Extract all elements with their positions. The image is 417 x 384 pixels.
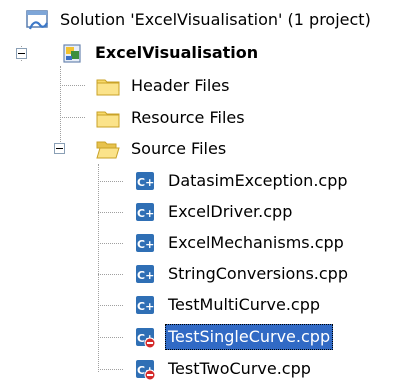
tree-line (98, 212, 123, 213)
tree-line (98, 181, 123, 182)
folder-label: Resource Files (131, 108, 245, 127)
file-label: ExcelMechanisms.cpp (168, 233, 344, 252)
tree-line (98, 305, 123, 306)
file-label: ExcelDriver.cpp (168, 202, 293, 221)
svg-text:C++: C++ (137, 300, 157, 313)
folder-closed-icon (96, 106, 120, 130)
file-label: DatasimException.cpp (168, 171, 348, 190)
tree-item-file[interactable]: C++ TestMultiCurve.cpp (133, 290, 323, 320)
solution-icon (25, 8, 49, 32)
collapse-toggle-project[interactable] (16, 48, 27, 59)
tree-item-file[interactable]: C++ ExcelDriver.cpp (133, 197, 295, 227)
file-label: TestMultiCurve.cpp (168, 295, 321, 314)
tree-item-file[interactable]: C++ ExcelMechanisms.cpp (133, 228, 347, 258)
svg-text:C++: C++ (137, 176, 157, 189)
tree-item-project[interactable]: ExcelVisualisation (60, 38, 261, 68)
tree-item-file-selected[interactable]: C++ TestSingleCurve.cpp (133, 322, 334, 352)
solution-label: Solution 'ExcelVisualisation' (1 project… (60, 10, 371, 29)
tree-item-resource-files[interactable]: Resource Files (96, 103, 248, 133)
tree-item-solution[interactable]: Solution 'ExcelVisualisation' (1 project… (25, 5, 374, 35)
tree-item-file[interactable]: C++ DatasimException.cpp (133, 166, 351, 196)
tree-line (98, 243, 123, 244)
tree-line (60, 66, 61, 142)
file-label: TestSingleCurve.cpp (165, 324, 334, 350)
folder-label: Header Files (131, 76, 230, 95)
file-label: StringConversions.cpp (168, 264, 348, 283)
svg-text:C++: C++ (137, 269, 157, 282)
cpp-file-icon: C++ (133, 262, 157, 286)
cpp-file-icon: C++ (133, 200, 157, 224)
cpp-file-excluded-icon: C++ (133, 325, 157, 349)
tree-item-file[interactable]: C++ StringConversions.cpp (133, 259, 351, 289)
tree-item-file[interactable]: C++ TestTwoCurve.cpp (133, 354, 314, 384)
tree-item-source-files[interactable]: Source Files (96, 134, 229, 164)
folder-closed-icon (96, 74, 120, 98)
tree-line (60, 117, 85, 118)
project-label: ExcelVisualisation (95, 43, 259, 62)
collapse-toggle-source-files[interactable] (54, 143, 65, 154)
tree-line (98, 337, 123, 338)
tree-line (98, 274, 123, 275)
tree-line (98, 369, 123, 370)
tree-line (60, 85, 85, 86)
solution-explorer-tree: Solution 'ExcelVisualisation' (1 project… (0, 0, 417, 382)
file-label: TestTwoCurve.cpp (168, 359, 311, 378)
project-icon (60, 41, 84, 65)
svg-text:C++: C++ (137, 238, 157, 251)
cpp-file-icon: C++ (133, 293, 157, 317)
tree-item-header-files[interactable]: Header Files (96, 71, 232, 101)
cpp-file-icon: C++ (133, 231, 157, 255)
cpp-file-icon: C++ (133, 169, 157, 193)
folder-label: Source Files (131, 139, 227, 158)
folder-open-icon (96, 137, 120, 161)
tree-line (98, 164, 99, 372)
cpp-file-excluded-icon: C++ (133, 357, 157, 381)
svg-text:C++: C++ (137, 207, 157, 220)
